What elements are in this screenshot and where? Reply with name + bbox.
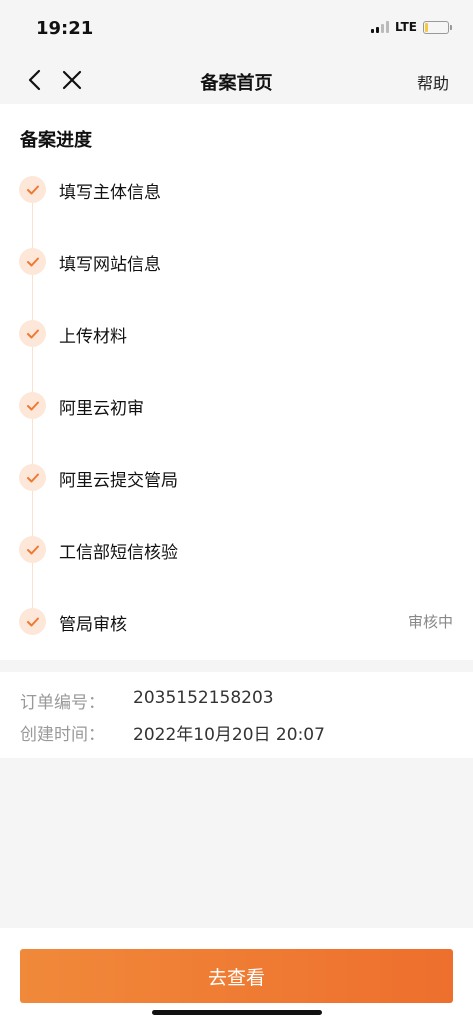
progress-step: 阿里云初审 <box>0 386 473 426</box>
created-time-label: 创建时间： <box>20 725 105 745</box>
status-time: 19:21 <box>36 18 94 39</box>
progress-step: 填写主体信息 <box>0 170 473 210</box>
battery-icon <box>423 20 452 34</box>
step-label: 工信部短信核验 <box>59 543 178 563</box>
network-type: LTE <box>394 20 417 34</box>
status-bar: 19:21 LTE <box>0 0 473 56</box>
step-label: 填写网站信息 <box>59 255 161 275</box>
check-icon <box>19 320 46 347</box>
order-info-card: 订单编号： 2035152158203 创建时间： 2022年10月20日 20… <box>0 672 473 758</box>
progress-step: 工信部短信核验 <box>0 530 473 570</box>
bottom-action-bar: 去查看 <box>0 928 473 1024</box>
check-icon <box>19 464 46 491</box>
check-icon <box>19 248 46 275</box>
page-title: 备案首页 <box>200 73 273 94</box>
step-label: 上传材料 <box>59 327 127 347</box>
nav-bar: 备案首页 帮助 <box>0 56 473 104</box>
help-link[interactable]: 帮助 <box>417 70 449 94</box>
step-label: 填写主体信息 <box>59 183 161 203</box>
step-label: 管局审核 <box>59 615 127 635</box>
progress-step: 上传材料 <box>0 314 473 354</box>
check-icon <box>19 176 46 203</box>
view-button[interactable]: 去查看 <box>20 949 453 1003</box>
check-icon <box>19 392 46 419</box>
check-icon <box>19 608 46 635</box>
progress-step: 管局审核 审核中 <box>0 602 473 642</box>
created-time-value: 2022年10月20日 20:07 <box>133 725 325 745</box>
check-icon <box>19 536 46 563</box>
order-number-value: 2035152158203 <box>133 688 274 708</box>
progress-step: 填写网站信息 <box>0 242 473 282</box>
progress-title: 备案进度 <box>20 130 92 151</box>
step-status: 审核中 <box>407 613 453 631</box>
step-label: 阿里云提交管局 <box>59 471 178 491</box>
progress-card: 备案进度 填写主体信息 填写网站信息 上传材料阿里云初审阿里云提交管局 工信部短信核验… <box>0 104 473 660</box>
home-indicator <box>152 1010 322 1015</box>
step-label: 阿里云初审 <box>59 399 144 419</box>
status-indicators: LTE <box>370 20 452 34</box>
order-number-label: 订单编号： <box>20 693 105 713</box>
battery-level <box>425 22 428 32</box>
progress-step: 阿里云提交管局 <box>0 458 473 498</box>
signal-icon <box>370 21 389 33</box>
